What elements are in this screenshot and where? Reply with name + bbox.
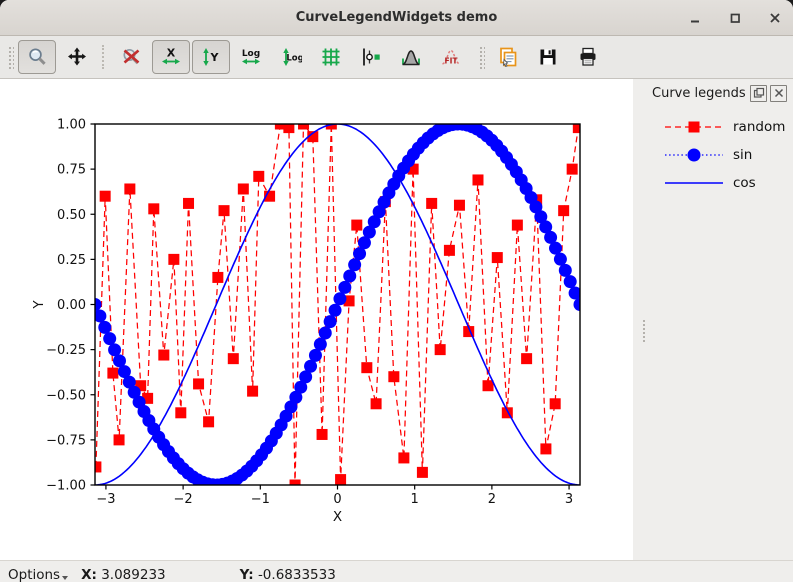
legend-item-random[interactable]: random [633,113,793,141]
svg-text:0.75: 0.75 [57,163,86,178]
dock-titlebar[interactable]: Curve legends [633,81,793,105]
grid-icon [320,46,342,68]
toolbar-grip[interactable] [478,45,485,69]
toolbar-button-print[interactable] [569,40,607,74]
x-range-icon: X [160,46,182,68]
caret-down-icon [62,576,68,580]
legend-label: cos [733,175,756,191]
legend-label: sin [733,147,752,163]
options-label: Options [8,567,60,582]
toolbar-button-grid[interactable] [312,40,350,74]
toolbar-button-y-range[interactable]: Y [192,40,230,74]
zoom-icon [26,46,48,68]
zoom-disable-icon [120,46,142,68]
svg-text:−2: −2 [174,492,193,507]
toolbar-button-y-log[interactable]: Log [272,40,310,74]
svg-text:−0.25: −0.25 [46,343,86,358]
toolbar-button-x-range[interactable]: X [152,40,190,74]
maximize-icon [727,10,743,26]
svg-text:3: 3 [565,492,573,507]
svg-text:0.50: 0.50 [57,208,86,223]
svg-text:0.25: 0.25 [57,253,86,268]
svg-text:Y: Y [210,51,220,64]
pan-icon [66,46,88,68]
dock-splitter-handle[interactable] [641,318,646,342]
plot-canvas[interactable]: −3 −2 −1 0 1 2 3 1.00 0.75 0.50 0.25 0.00 −0.25 −0.50… [0,79,633,560]
dock-close-button[interactable] [770,85,787,102]
toolbar-button-histogram[interactable] [392,40,430,74]
toolbar-button-cross-section[interactable] [352,40,390,74]
toolbar-button-save[interactable] [529,40,567,74]
copy-icon [497,46,519,68]
toolbar-button-x-log[interactable]: Log [232,40,270,74]
float-icon [753,87,765,99]
maximize-button[interactable] [725,8,745,28]
cursor-x-readout: X: 3.089233 [81,567,166,582]
legend-label: random [733,119,785,135]
svg-text:X: X [167,47,176,60]
dock-close-icon [773,87,785,99]
legend-item-sin[interactable]: sin [633,141,793,169]
y-log-icon: Log [280,46,302,68]
histogram-icon [400,46,422,68]
print-icon [577,46,599,68]
toolbar-grip[interactable] [7,45,14,69]
svg-text:0.00: 0.00 [57,298,86,313]
window-title: CurveLegendWidgets demo [0,10,793,25]
svg-text:Log: Log [242,49,260,59]
svg-text:Y: Y [31,300,47,310]
svg-text:−1: −1 [251,492,270,507]
statusbar: Options X: 3.089233 Y: -0.6833533 [0,560,793,582]
svg-text:−1.00: −1.00 [46,479,86,494]
cursor-y-readout: Y: -0.6833533 [240,567,336,582]
x-log-icon: Log [240,46,262,68]
svg-text:0: 0 [333,492,341,507]
svg-text:1: 1 [411,492,419,507]
toolbar-separator [102,45,106,69]
cross-section-icon [360,46,382,68]
svg-text:−0.75: −0.75 [46,433,86,448]
svg-text:−0.50: −0.50 [46,388,86,403]
save-icon [537,46,559,68]
svg-text:2: 2 [488,492,496,507]
legend-sample-random [663,118,725,136]
svg-text:1.00: 1.00 [57,118,86,133]
toolbar: X Y Log [0,36,793,79]
toolbar-button-zoom-disable[interactable] [112,40,150,74]
toolbar-button-copy[interactable] [489,40,527,74]
toolbar-button-pan[interactable] [58,40,96,74]
dock-title: Curve legends [652,86,747,101]
minimize-icon [687,10,703,26]
close-icon [767,10,783,26]
legend-list: random sin cos [633,113,793,197]
fit-icon: FIT [440,46,462,68]
app-window: CurveLegendWidgets demo [0,0,793,582]
svg-text:FIT: FIT [444,57,458,66]
options-button[interactable]: Options [8,567,68,582]
main-area: −3 −2 −1 0 1 2 3 1.00 0.75 0.50 0.25 0.00 −0.25 −0.50… [0,79,793,560]
close-button[interactable] [765,8,785,28]
svg-text:X: X [333,509,342,525]
dock-float-button[interactable] [750,85,767,102]
legend-sample-cos [663,174,725,192]
titlebar[interactable]: CurveLegendWidgets demo [0,0,793,36]
legend-dock: Curve legends random [633,79,793,560]
toolbar-button-fit[interactable]: FIT [432,40,470,74]
curve-plot[interactable]: −3 −2 −1 0 1 2 3 1.00 0.75 0.50 0.25 0.00 −0.25 −0.50… [0,79,633,556]
svg-text:−3: −3 [96,492,115,507]
y-range-icon: Y [200,46,222,68]
legend-sample-sin [663,146,725,164]
legend-item-cos[interactable]: cos [633,169,793,197]
svg-text:Log: Log [286,54,302,64]
minimize-button[interactable] [685,8,705,28]
toolbar-button-zoom[interactable] [18,40,56,74]
